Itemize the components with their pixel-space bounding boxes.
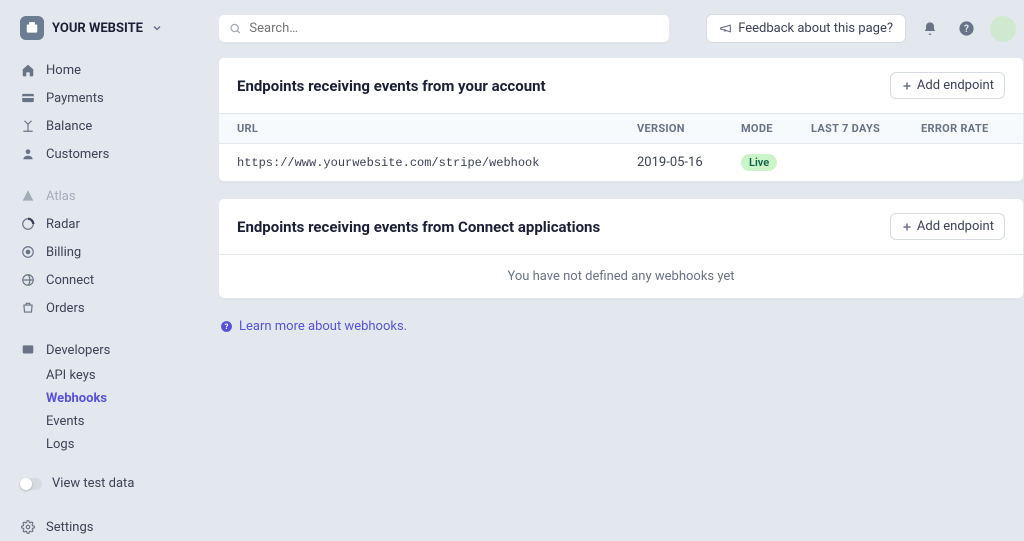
nav-atlas[interactable]: Atlas <box>0 182 218 210</box>
nav-api-keys[interactable]: API keys <box>0 364 218 387</box>
search-icon <box>229 22 241 35</box>
nav-customers[interactable]: Customers <box>0 140 218 168</box>
account-endpoints-title: Endpoints receiving events from your acc… <box>237 77 546 95</box>
connect-endpoints-card: Endpoints receiving events from Connect … <box>218 198 1024 299</box>
nav-label: Payments <box>46 91 104 106</box>
customers-icon <box>20 146 36 162</box>
add-endpoint-label: Add endpoint <box>917 78 994 93</box>
orders-icon <box>20 300 36 316</box>
search-box[interactable] <box>218 14 670 43</box>
radar-icon <box>20 216 36 232</box>
feedback-button[interactable]: Feedback about this page? <box>706 14 906 43</box>
info-icon: ? <box>220 320 233 333</box>
nav-label: Customers <box>46 147 109 162</box>
bell-icon <box>922 21 938 37</box>
nav-developers[interactable]: Developers <box>0 336 218 364</box>
brand-icon <box>20 16 44 40</box>
nav-label: Atlas <box>46 189 76 204</box>
nav-billing[interactable]: Billing <box>0 238 218 266</box>
endpoint-url: https://www.yourwebsite.com/stripe/webho… <box>237 156 637 170</box>
col-version: VERSION <box>637 122 741 135</box>
nav-webhooks[interactable]: Webhooks <box>0 387 218 410</box>
add-endpoint-button[interactable]: Add endpoint <box>890 213 1005 240</box>
nav-orders[interactable]: Orders <box>0 294 218 322</box>
nav-label: Home <box>46 63 81 78</box>
notifications-button[interactable] <box>918 17 942 41</box>
nav-primary: Home Payments Balance Customers Atlas Ra… <box>0 56 218 541</box>
connect-icon <box>20 272 36 288</box>
svg-text:?: ? <box>225 322 229 331</box>
nav-label: Radar <box>46 217 80 232</box>
balance-icon <box>20 118 36 134</box>
topbar: Feedback about this page? ? <box>218 14 1024 57</box>
nav-label: Developers <box>46 343 110 358</box>
plus-icon <box>901 221 913 233</box>
megaphone-icon <box>719 22 732 35</box>
learn-more-label: Learn more about webhooks. <box>239 319 407 334</box>
account-endpoints-card: Endpoints receiving events from your acc… <box>218 57 1024 182</box>
avatar[interactable] <box>990 16 1016 42</box>
nav-balance[interactable]: Balance <box>0 112 218 140</box>
add-endpoint-button[interactable]: Add endpoint <box>890 72 1005 99</box>
learn-more-link[interactable]: ? Learn more about webhooks. <box>218 315 1024 334</box>
nav-label: Connect <box>46 273 94 288</box>
col-url: URL <box>237 122 637 135</box>
nav-radar[interactable]: Radar <box>0 210 218 238</box>
endpoint-version: 2019-05-16 <box>637 155 741 170</box>
nav-logs[interactable]: Logs <box>0 433 218 456</box>
col-mode: MODE <box>741 122 811 135</box>
toggle-label: View test data <box>52 476 134 491</box>
billing-icon <box>20 244 36 260</box>
card-icon <box>20 90 36 106</box>
nav-label: Balance <box>46 119 92 134</box>
sidebar: YOUR WEBSITE Home Payments Balance Custo… <box>0 0 218 510</box>
nav-label: Billing <box>46 245 81 260</box>
search-input[interactable] <box>249 21 659 36</box>
table-row[interactable]: https://www.yourwebsite.com/stripe/webho… <box>219 144 1023 181</box>
atlas-icon <box>20 188 36 204</box>
main-content: Feedback about this page? ? Endpoints re… <box>218 0 1024 510</box>
add-endpoint-label: Add endpoint <box>917 219 994 234</box>
connect-endpoints-title: Endpoints receiving events from Connect … <box>237 218 600 236</box>
help-button[interactable]: ? <box>954 17 978 41</box>
svg-text:?: ? <box>964 24 969 35</box>
nav-events[interactable]: Events <box>0 410 218 433</box>
nav-settings[interactable]: Settings <box>0 513 218 541</box>
home-icon <box>20 62 36 78</box>
nav-home[interactable]: Home <box>0 56 218 84</box>
table-header: URL VERSION MODE LAST 7 DAYS ERROR RATE <box>219 113 1023 144</box>
live-badge: Live <box>741 154 777 171</box>
help-icon: ? <box>958 20 975 37</box>
plus-icon <box>901 80 913 92</box>
brand-switcher[interactable]: YOUR WEBSITE <box>0 16 218 56</box>
nav-label: Orders <box>46 301 85 316</box>
col-error: ERROR RATE <box>921 122 1011 135</box>
col-last7: LAST 7 DAYS <box>811 122 921 135</box>
gear-icon <box>20 519 36 535</box>
feedback-label: Feedback about this page? <box>738 21 893 36</box>
toggle-icon <box>20 478 42 490</box>
brand-name: YOUR WEBSITE <box>52 21 143 36</box>
nav-payments[interactable]: Payments <box>0 84 218 112</box>
nav-connect[interactable]: Connect <box>0 266 218 294</box>
nav-label: Settings <box>46 520 93 535</box>
chevron-down-icon <box>151 22 163 34</box>
developers-icon <box>20 342 36 358</box>
empty-state: You have not defined any webhooks yet <box>219 254 1023 298</box>
endpoint-mode: Live <box>741 154 811 171</box>
view-test-data-toggle[interactable]: View test data <box>0 468 218 499</box>
